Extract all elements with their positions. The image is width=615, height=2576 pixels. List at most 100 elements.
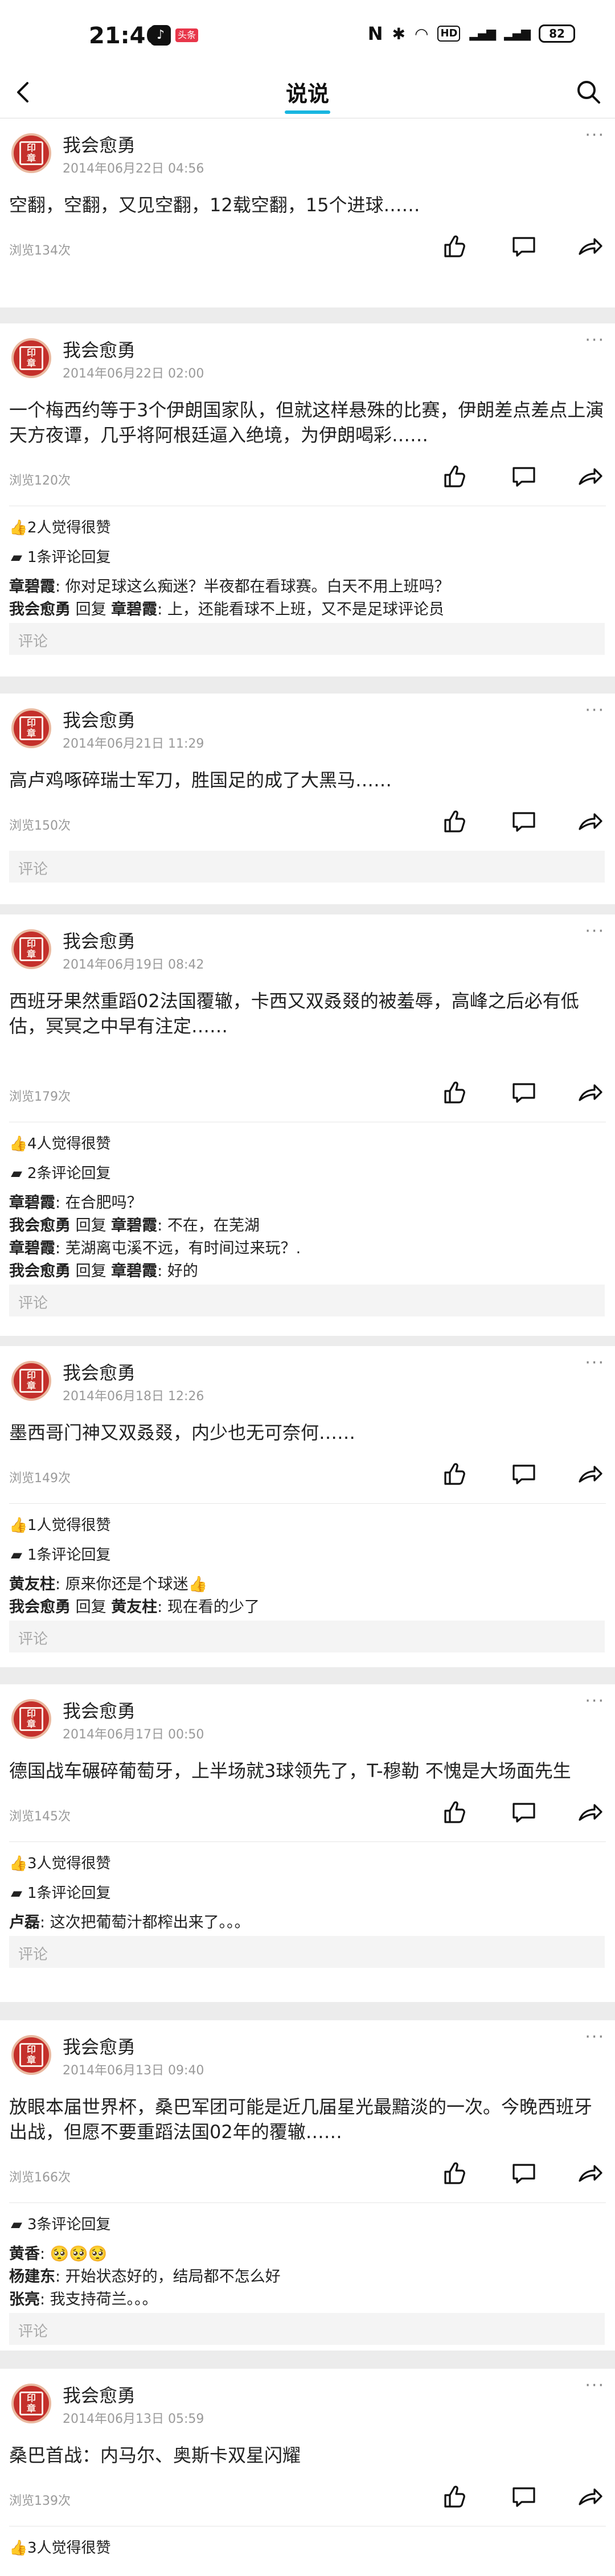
comment-line[interactable]: 章碧霞: 你对足球这么痴迷？半夜都在看球赛。白天不用上班吗？ [9, 574, 450, 596]
like-summary[interactable]: 👍3人觉得很赞 [9, 1852, 111, 1873]
comment-input[interactable]: 评论 [9, 623, 605, 655]
more-options-icon[interactable]: ··· [585, 700, 605, 720]
reply-summary[interactable]: ▰ 1条评论回复 [9, 1881, 111, 1902]
like-icon[interactable] [437, 2157, 469, 2189]
commenter-name[interactable]: 杨建东 [9, 2268, 55, 2286]
comment-line[interactable]: 杨建东: 开始状态好的，结局都不怎么好 [9, 2264, 281, 2286]
comment-line[interactable]: 我会愈勇 回复 章碧霞: 好的 [9, 1258, 198, 1281]
comment-icon[interactable] [508, 1076, 540, 1108]
like-icon[interactable] [437, 2480, 469, 2512]
comment-icon[interactable] [508, 460, 540, 492]
like-icon[interactable] [437, 1076, 469, 1108]
commenter-name[interactable]: 我会愈勇 [9, 601, 71, 618]
share-icon[interactable] [574, 1796, 606, 1828]
commenter-name[interactable]: 黄香 [9, 2245, 40, 2263]
commenter-name[interactable]: 章碧霞 [9, 578, 55, 596]
comment-line[interactable]: 我会愈勇 回复 黄友柱: 现在看的少了 [9, 1594, 260, 1617]
reply-target-name[interactable]: 黄友柱 [111, 1598, 157, 1616]
comment-input[interactable]: 评论 [9, 851, 605, 883]
share-icon[interactable] [574, 460, 606, 492]
reply-target-name[interactable]: 章碧霞 [111, 1262, 157, 1280]
commenter-name[interactable]: 我会愈勇 [9, 1262, 71, 1280]
like-icon[interactable] [437, 1458, 469, 1490]
post-author[interactable]: 我会愈勇 [63, 336, 136, 362]
like-summary[interactable]: 👍2人觉得很赞 [9, 516, 111, 537]
avatar[interactable]: 印章 [11, 338, 51, 378]
more-options-icon[interactable]: ··· [585, 921, 605, 941]
more-options-icon[interactable]: ··· [585, 2027, 605, 2047]
post-author[interactable]: 我会愈勇 [63, 1697, 136, 1723]
avatar[interactable]: 印章 [11, 1361, 51, 1401]
post-author[interactable]: 我会愈勇 [63, 2033, 136, 2059]
more-options-icon[interactable]: ··· [585, 1691, 605, 1711]
more-options-icon[interactable]: ··· [585, 330, 605, 350]
comment-line[interactable]: 卢磊: 这次把葡萄汁都榨出来了。。。 [9, 1910, 250, 1932]
search-icon[interactable] [573, 76, 605, 108]
comment-input[interactable]: 评论 [9, 1936, 605, 1968]
more-options-icon[interactable]: ··· [585, 125, 605, 145]
comment-line[interactable]: 章碧霞: 在合肥吗？ [9, 1190, 142, 1212]
comment-icon[interactable] [508, 2157, 540, 2189]
comment-line[interactable]: 张亮: 我支持荷兰。。。 [9, 2287, 158, 2309]
like-icon[interactable] [437, 805, 469, 837]
reply-summary[interactable]: ▰ 2条评论回复 [9, 1162, 111, 1183]
post-author[interactable]: 我会愈勇 [63, 2381, 136, 2407]
avatar[interactable]: 印章 [11, 708, 51, 748]
commenter-name[interactable]: 章碧霞 [9, 1240, 55, 1257]
signal-icon-2: ▂▄▆ [504, 26, 531, 41]
more-options-icon[interactable]: ··· [585, 2376, 605, 2395]
comment-input[interactable]: 评论 [9, 2313, 605, 2345]
like-icon[interactable] [437, 460, 469, 492]
commenter-name[interactable]: 黄友柱 [9, 1576, 55, 1593]
post-author[interactable]: 我会愈勇 [63, 927, 136, 953]
comment-line[interactable]: 我会愈勇 回复 章碧霞: 不在，在芜湖 [9, 1213, 260, 1235]
post-card: 印章我会愈勇 2014年06月13日 05:59 ··· 桑巴首战：内马尔、奥斯卡双星… [0, 2369, 615, 2576]
comment-icon[interactable] [508, 1458, 540, 1490]
view-count: 浏览139次 [9, 2494, 71, 2508]
page-title: 说说 [285, 81, 329, 106]
commenter-name[interactable]: 章碧霞 [9, 1194, 55, 1212]
like-summary[interactable]: 👍1人觉得很赞 [9, 1513, 111, 1535]
comment-icon[interactable] [508, 805, 540, 837]
like-summary[interactable]: 👍3人觉得很赞 [9, 2536, 111, 2557]
post-author[interactable]: 我会愈勇 [63, 131, 136, 157]
avatar[interactable]: 印章 [11, 133, 51, 173]
comment-icon[interactable] [508, 1796, 540, 1828]
share-icon[interactable] [574, 805, 606, 837]
comment-icon[interactable] [508, 2480, 540, 2512]
post-author[interactable]: 我会愈勇 [63, 706, 136, 732]
view-count: 浏览166次 [9, 2171, 71, 2185]
like-summary[interactable]: 👍4人觉得很赞 [9, 1132, 111, 1153]
like-icon[interactable] [437, 1796, 469, 1828]
comment-input[interactable]: 评论 [9, 1285, 605, 1316]
comment-line[interactable]: 我会愈勇 回复 章碧霞: 上，还能看球不上班，又不是足球评论员 [9, 597, 444, 619]
comment-line[interactable]: 章碧霞: 芜湖离屯溪不远，有时间过来玩？. [9, 1236, 301, 1258]
share-icon[interactable] [574, 1076, 606, 1108]
comment-placeholder: 评论 [18, 1295, 48, 1312]
comment-line[interactable]: 黄友柱: 原来你还是个球迷👍 [9, 1572, 207, 1594]
commenter-name[interactable]: 张亮 [9, 2291, 40, 2308]
commenter-name[interactable]: 我会愈勇 [9, 1217, 71, 1234]
more-options-icon[interactable]: ··· [585, 1353, 605, 1373]
avatar[interactable]: 印章 [11, 1699, 51, 1739]
comment-input[interactable]: 评论 [9, 1621, 605, 1652]
reply-summary[interactable]: ▰ 3条评论回复 [9, 2213, 111, 2234]
avatar[interactable]: 印章 [11, 2035, 51, 2075]
avatar[interactable]: 印章 [11, 929, 51, 969]
avatar[interactable]: 印章 [11, 2384, 51, 2423]
post-date: 2014年06月18日 12:26 [63, 1389, 204, 1404]
share-icon[interactable] [574, 2157, 606, 2189]
share-icon[interactable] [574, 1458, 606, 1490]
reply-target-name[interactable]: 章碧霞 [111, 601, 157, 618]
commenter-name[interactable]: 我会愈勇 [9, 1598, 71, 1616]
like-icon[interactable] [437, 230, 469, 262]
share-icon[interactable] [574, 230, 606, 262]
reply-target-name[interactable]: 章碧霞 [111, 1217, 157, 1234]
commenter-name[interactable]: 卢磊 [9, 1914, 40, 1931]
reply-summary[interactable]: ▰ 1条评论回复 [9, 1543, 111, 1564]
comment-line[interactable]: 黄香: 🥺🥺🥺 [9, 2241, 108, 2263]
share-icon[interactable] [574, 2480, 606, 2512]
reply-summary[interactable]: ▰ 1条评论回复 [9, 545, 111, 567]
comment-icon[interactable] [508, 230, 540, 262]
post-author[interactable]: 我会愈勇 [63, 1359, 136, 1385]
